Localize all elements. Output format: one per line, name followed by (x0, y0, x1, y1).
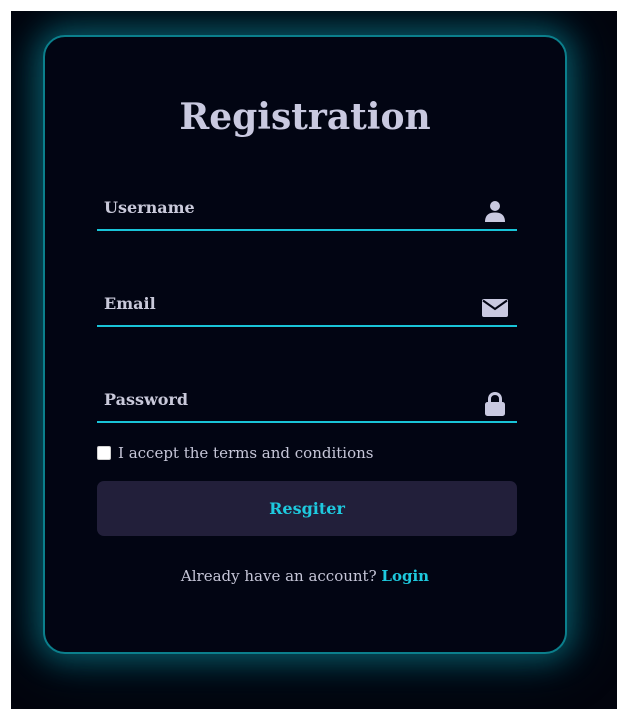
page-background: Registration Username Email I accept the… (11, 11, 617, 709)
email-input[interactable] (97, 283, 464, 323)
user-icon (483, 199, 507, 223)
terms-checkbox[interactable] (97, 446, 111, 460)
register-button[interactable]: Resgiter (97, 481, 517, 536)
password-input[interactable] (97, 379, 464, 419)
username-field-wrapper (97, 187, 517, 231)
login-prompt-text: Already have an account? (180, 567, 377, 585)
email-field-wrapper (97, 283, 517, 327)
registration-card: Registration Username Email I accept the… (43, 35, 567, 654)
login-prompt-row: Already have an account? Login (45, 567, 565, 585)
terms-checkbox-row[interactable]: I accept the terms and conditions (97, 443, 374, 463)
terms-label: I accept the terms and conditions (118, 444, 374, 462)
login-link[interactable]: Login (381, 567, 429, 585)
lock-icon (483, 391, 507, 416)
username-input[interactable] (97, 187, 464, 227)
password-field-wrapper (97, 379, 517, 423)
envelope-icon (482, 295, 508, 319)
page-title: Registration (179, 96, 431, 138)
